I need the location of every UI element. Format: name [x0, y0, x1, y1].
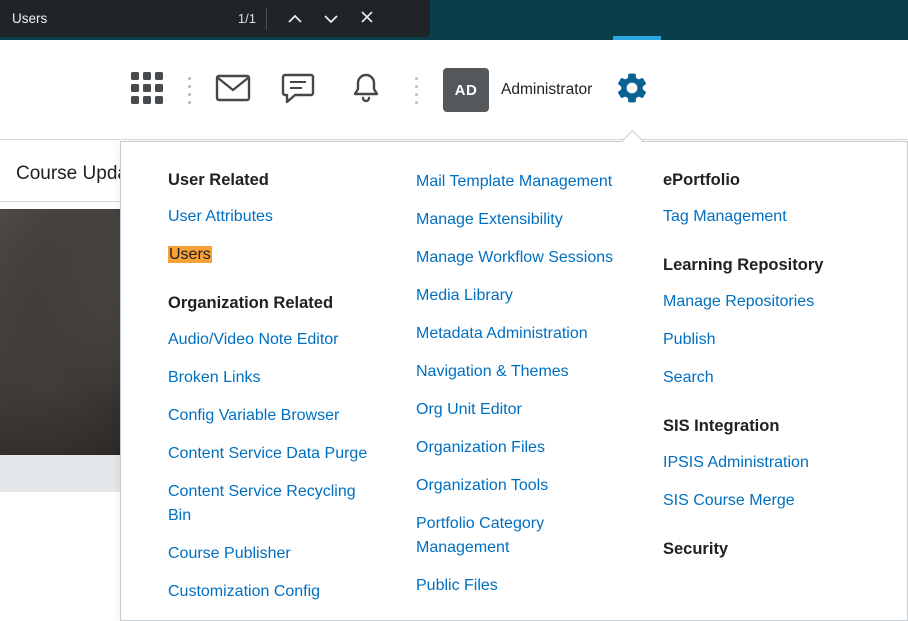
menu-link-media-library[interactable]: Media Library — [416, 284, 628, 308]
find-bar-divider — [266, 8, 267, 30]
menu-heading-security: Security — [663, 539, 883, 560]
avatar[interactable]: AD — [443, 68, 489, 112]
apps-grid-icon — [130, 71, 164, 110]
menu-link-manage-repositories[interactable]: Manage Repositories — [663, 290, 883, 314]
admin-tools-button[interactable] — [614, 70, 650, 111]
menu-link-organization-tools[interactable]: Organization Tools — [416, 474, 628, 498]
menu-link-config-variable-browser[interactable]: Config Variable Browser — [168, 404, 380, 428]
menu-link-organization-files[interactable]: Organization Files — [416, 436, 628, 460]
menu-link-navigation-themes[interactable]: Navigation & Themes — [416, 360, 628, 384]
find-match-count: 1/1 — [238, 11, 256, 26]
find-next-button[interactable] — [313, 1, 349, 37]
admin-menu-column-3: ePortfolio Tag Management Learning Repos… — [663, 142, 883, 620]
menu-link-audio-video-note-editor[interactable]: Audio/Video Note Editor — [168, 328, 380, 352]
chevron-up-icon — [288, 10, 302, 28]
menu-link-metadata-administration[interactable]: Metadata Administration — [416, 322, 628, 346]
settings-gear-icon — [614, 70, 650, 111]
find-highlight: Users — [168, 246, 212, 263]
admin-menu-column-2: Mail Template Management Manage Extensib… — [416, 142, 628, 620]
find-previous-button[interactable] — [277, 1, 313, 37]
close-icon — [361, 10, 373, 28]
menu-heading-organization-related: Organization Related — [168, 293, 380, 314]
find-close-button[interactable] — [349, 1, 385, 37]
menu-heading-learning-repository: Learning Repository — [663, 255, 883, 276]
menu-link-search[interactable]: Search — [663, 366, 883, 390]
menu-heading-eportfolio: ePortfolio — [663, 170, 883, 191]
menu-link-customization-config[interactable]: Customization Config — [168, 580, 380, 604]
page-header: AD Administrator — [0, 40, 908, 140]
menu-link-content-service-recycling-bin[interactable]: Content Service Recycling Bin — [168, 480, 380, 528]
mail-icon — [215, 74, 251, 107]
find-query-input[interactable]: Users — [12, 11, 238, 26]
mail-button[interactable] — [215, 74, 251, 107]
menu-link-portfolio-category-management[interactable]: Portfolio Category Management — [416, 512, 628, 560]
menu-link-users[interactable]: Users — [168, 243, 380, 267]
admin-tools-menu: User Related User Attributes Users Organ… — [120, 141, 908, 621]
find-bar: Users 1/1 — [0, 0, 430, 37]
bell-icon — [351, 72, 381, 109]
menu-heading-user-related: User Related — [168, 170, 380, 191]
admin-menu-column-1: User Related User Attributes Users Organ… — [168, 142, 380, 620]
chat-icon — [281, 73, 315, 108]
menu-link-manage-workflow-sessions[interactable]: Manage Workflow Sessions — [416, 246, 628, 270]
menu-link-user-attributes[interactable]: User Attributes — [168, 205, 380, 229]
apps-grid-button[interactable] — [130, 71, 164, 110]
alerts-button[interactable] — [351, 72, 381, 109]
menu-heading-sis-integration: SIS Integration — [663, 416, 883, 437]
active-tab-indicator — [613, 36, 661, 40]
header-divider-dots — [415, 77, 418, 104]
chat-button[interactable] — [281, 73, 315, 108]
menu-link-ipsis-administration[interactable]: IPSIS Administration — [663, 451, 883, 475]
header-icon-row: AD Administrator — [130, 40, 650, 140]
menu-link-mail-template-management[interactable]: Mail Template Management — [416, 170, 628, 194]
menu-link-sis-course-merge[interactable]: SIS Course Merge — [663, 489, 883, 513]
menu-link-course-publisher[interactable]: Course Publisher — [168, 542, 380, 566]
menu-link-content-service-data-purge[interactable]: Content Service Data Purge — [168, 442, 380, 466]
menu-link-tag-management[interactable]: Tag Management — [663, 205, 883, 229]
menu-link-broken-links[interactable]: Broken Links — [168, 366, 380, 390]
menu-link-org-unit-editor[interactable]: Org Unit Editor — [416, 398, 628, 422]
user-name-button[interactable]: Administrator — [501, 81, 592, 99]
menu-link-public-files[interactable]: Public Files — [416, 574, 628, 598]
menu-link-publish[interactable]: Publish — [663, 328, 883, 352]
header-divider-dots — [188, 77, 191, 104]
menu-link-manage-extensibility[interactable]: Manage Extensibility — [416, 208, 628, 232]
chevron-down-icon — [324, 10, 338, 28]
